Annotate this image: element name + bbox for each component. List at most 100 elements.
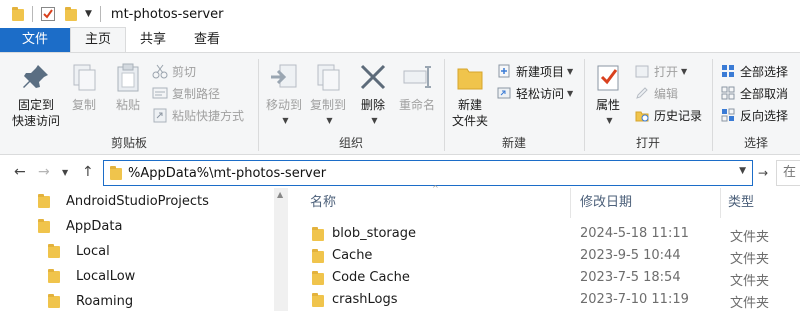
column-header-modified[interactable]: 修改日期 xyxy=(580,188,632,218)
file-modified: 2023-7-10 11:19 xyxy=(580,292,689,307)
tree-item[interactable]: AndroidStudioProjects xyxy=(38,189,209,213)
file-modified: 2023-9-5 10:44 xyxy=(580,248,681,263)
address-bar[interactable]: %AppData%\mt-photos-server ▼ xyxy=(103,160,753,186)
table-row[interactable]: Cache 2023-9-5 10:44 文件夹 xyxy=(290,245,800,267)
properties-check-icon[interactable] xyxy=(41,7,55,21)
file-name: crashLogs xyxy=(332,292,398,307)
delete-button[interactable]: 删除 ▼ xyxy=(356,61,390,129)
file-type: 文件夹 xyxy=(730,252,770,267)
history-button[interactable]: 历史记录 xyxy=(634,105,702,125)
folder-icon xyxy=(312,271,324,285)
new-item-label: 新建项目 xyxy=(516,64,565,79)
properties-caret-icon: ▼ xyxy=(606,116,613,125)
move-to-icon xyxy=(268,61,300,93)
file-modified: 2024-5-18 11:11 xyxy=(580,226,689,241)
copy-to-icon xyxy=(312,61,344,93)
copy-path-button[interactable]: 复制路径 xyxy=(152,83,220,103)
back-arrow-icon[interactable]: ← xyxy=(14,164,26,180)
edit-button[interactable]: 编辑 xyxy=(634,83,678,103)
table-row[interactable]: blob_storage 2024-5-18 11:11 文件夹 xyxy=(290,223,800,245)
tab-home[interactable]: 主页 xyxy=(70,27,127,52)
forward-arrow-icon[interactable]: → xyxy=(38,164,50,180)
paste-shortcut-icon xyxy=(152,107,168,123)
easy-access-button[interactable]: 轻松访问 ▼ xyxy=(496,83,573,103)
table-row[interactable]: Code Cache 2023-7-5 18:54 文件夹 xyxy=(290,267,800,289)
tab-share[interactable]: 共享 xyxy=(126,28,180,52)
file-type: 文件夹 xyxy=(730,296,770,311)
paste-shortcut-button[interactable]: 粘贴快捷方式 xyxy=(152,105,244,125)
delete-x-icon xyxy=(357,61,389,93)
ribbon: 固定到 快速访问 复制 粘贴 剪切 复制路径 粘贴快捷方式 剪贴板 移动到 ▼ … xyxy=(0,52,800,155)
new-item-icon xyxy=(496,63,512,79)
copy-to-button[interactable]: 复制到 ▼ xyxy=(306,61,350,129)
easy-access-label: 轻松访问 xyxy=(516,86,565,101)
move-to-label: 移动到 xyxy=(265,98,302,112)
table-row[interactable]: crashLogs 2023-7-10 11:19 文件夹 xyxy=(290,289,800,311)
open-button[interactable]: 打开 ▼ xyxy=(634,61,687,81)
column-header-name[interactable]: 名称 xyxy=(310,188,336,218)
tab-file[interactable]: 文件 xyxy=(0,28,70,52)
copy-label: 复制 xyxy=(71,98,96,112)
copy-button[interactable]: 复制 xyxy=(66,61,102,113)
edit-pencil-icon xyxy=(634,85,650,101)
search-input[interactable]: 在 xyxy=(776,160,800,186)
tree-item[interactable]: Roaming xyxy=(48,289,133,311)
file-type: 文件夹 xyxy=(730,274,770,289)
copy-to-label: 复制到 xyxy=(309,98,346,112)
rename-button[interactable]: 重命名 xyxy=(394,61,440,113)
navigation-bar: ← → ▼ ↑ %AppData%\mt-photos-server ▼ → 在 xyxy=(0,156,800,188)
select-none-icon xyxy=(720,85,736,101)
organize-group-label: 组织 xyxy=(338,136,363,150)
new-folder-quick-icon[interactable] xyxy=(65,7,77,21)
new-folder-button[interactable]: 新建 文件夹 xyxy=(448,61,492,129)
open-icon xyxy=(634,63,650,79)
address-input[interactable]: %AppData%\mt-photos-server xyxy=(128,166,326,181)
new-folder-icon xyxy=(454,61,486,93)
tree-item-label: LocalLow xyxy=(76,268,136,284)
move-to-button[interactable]: 移动到 ▼ xyxy=(262,61,306,129)
pin-to-quick-access-button[interactable]: 固定到 快速访问 xyxy=(8,61,64,129)
window-title: mt-photos-server xyxy=(110,6,224,22)
tree-item-label: AndroidStudioProjects xyxy=(66,193,209,209)
new-item-caret-icon: ▼ xyxy=(567,66,574,76)
sort-indicator-icon: ^ xyxy=(432,184,439,193)
select-none-button[interactable]: 全部取消 xyxy=(720,83,788,103)
cut-label: 剪切 xyxy=(172,64,197,79)
folder-icon xyxy=(48,294,60,308)
open-group: 属性 ▼ 打开 ▼ 编辑 历史记录 打开 xyxy=(584,53,712,155)
new-item-button[interactable]: 新建项目 ▼ xyxy=(496,61,573,81)
up-arrow-icon[interactable]: ↑ xyxy=(82,164,94,180)
recent-locations-chevron-icon[interactable]: ▼ xyxy=(62,168,68,177)
file-name: blob_storage xyxy=(332,226,416,241)
address-dropdown-chevron-icon[interactable]: ▼ xyxy=(739,166,746,176)
navigation-pane: AndroidStudioProjects AppData Local Loca… xyxy=(0,188,290,311)
properties-icon xyxy=(592,61,624,93)
properties-button[interactable]: 属性 ▼ xyxy=(590,61,626,129)
select-all-button[interactable]: 全部选择 xyxy=(720,61,788,81)
tree-item[interactable]: Local xyxy=(48,239,110,263)
file-type: 文件夹 xyxy=(730,230,770,245)
pin-icon xyxy=(20,61,52,93)
paste-button[interactable]: 粘贴 xyxy=(108,61,148,113)
tab-view[interactable]: 查看 xyxy=(180,28,234,52)
copy-icon xyxy=(68,61,100,93)
open-label: 打开 xyxy=(654,64,679,79)
pin-label-line2: 快速访问 xyxy=(11,114,60,128)
invert-selection-button[interactable]: 反向选择 xyxy=(720,105,788,125)
tree-item[interactable]: LocalLow xyxy=(48,264,135,288)
properties-label: 属性 xyxy=(595,98,620,112)
navigation-scrollbar[interactable]: ▲ xyxy=(274,188,288,311)
column-header-type[interactable]: 类型 xyxy=(728,188,754,218)
clipboard-group: 固定到 快速访问 复制 粘贴 剪切 复制路径 粘贴快捷方式 剪贴板 xyxy=(0,53,258,155)
cut-button[interactable]: 剪切 xyxy=(152,61,196,81)
select-group-label: 选择 xyxy=(743,136,768,150)
toolbar-divider xyxy=(99,6,101,22)
customize-toolbar-caret-icon[interactable]: ▼ xyxy=(85,9,92,19)
scroll-up-arrow-icon[interactable]: ▲ xyxy=(277,190,283,199)
tree-item[interactable]: AppData xyxy=(38,214,122,238)
address-folder-icon xyxy=(110,166,122,180)
refresh-arrow-icon[interactable]: → xyxy=(758,166,768,180)
new-group: 新建 文件夹 新建项目 ▼ 轻松访问 ▼ 新建 xyxy=(444,53,584,155)
invert-selection-icon xyxy=(720,107,736,123)
paste-shortcut-label: 粘贴快捷方式 xyxy=(172,108,245,123)
